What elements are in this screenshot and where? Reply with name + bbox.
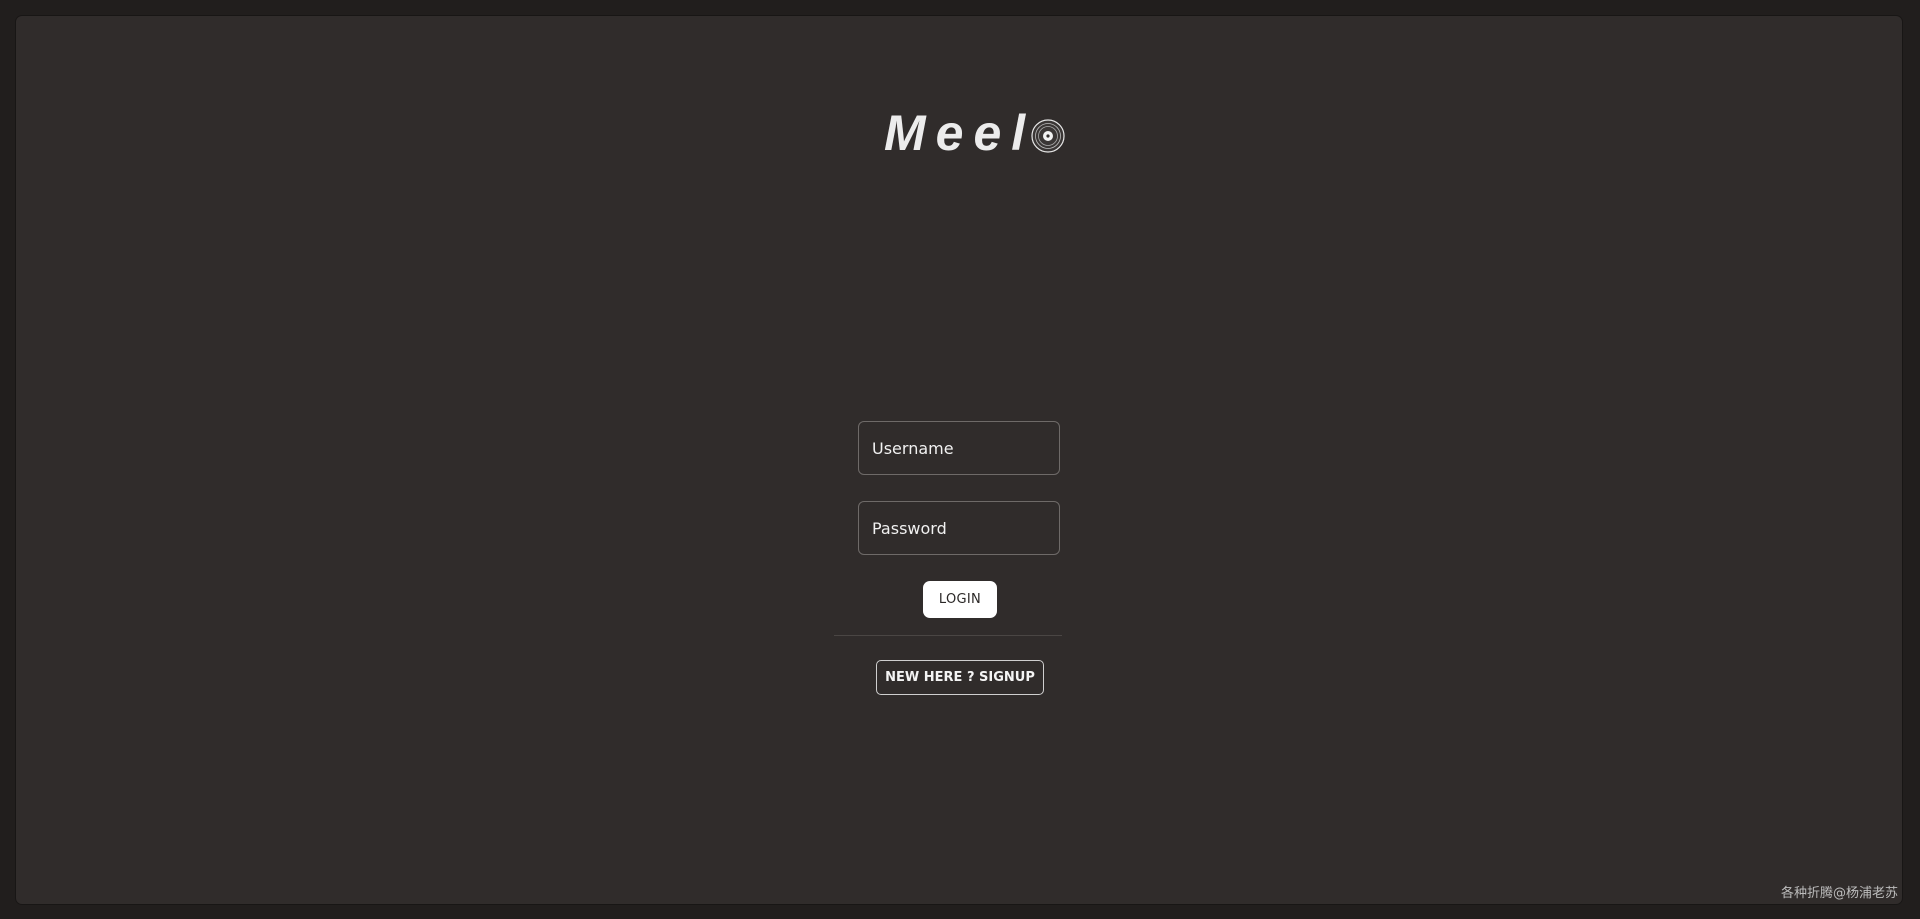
signup-button[interactable]: NEW HERE ? SIGNUP [876, 660, 1044, 695]
vinyl-record-icon [1031, 119, 1065, 153]
password-input[interactable] [858, 501, 1060, 555]
app-logo: Meel [884, 108, 1065, 158]
login-button[interactable]: LOGIN [923, 581, 997, 618]
divider [834, 635, 1062, 636]
login-panel: Meel LOGIN NEW HERE ? SIGNUP [16, 16, 1902, 904]
watermark-text: 各种折腾@杨浦老苏 [1780, 886, 1898, 901]
logo-text: Meel [884, 105, 1036, 161]
username-input[interactable] [858, 421, 1060, 475]
